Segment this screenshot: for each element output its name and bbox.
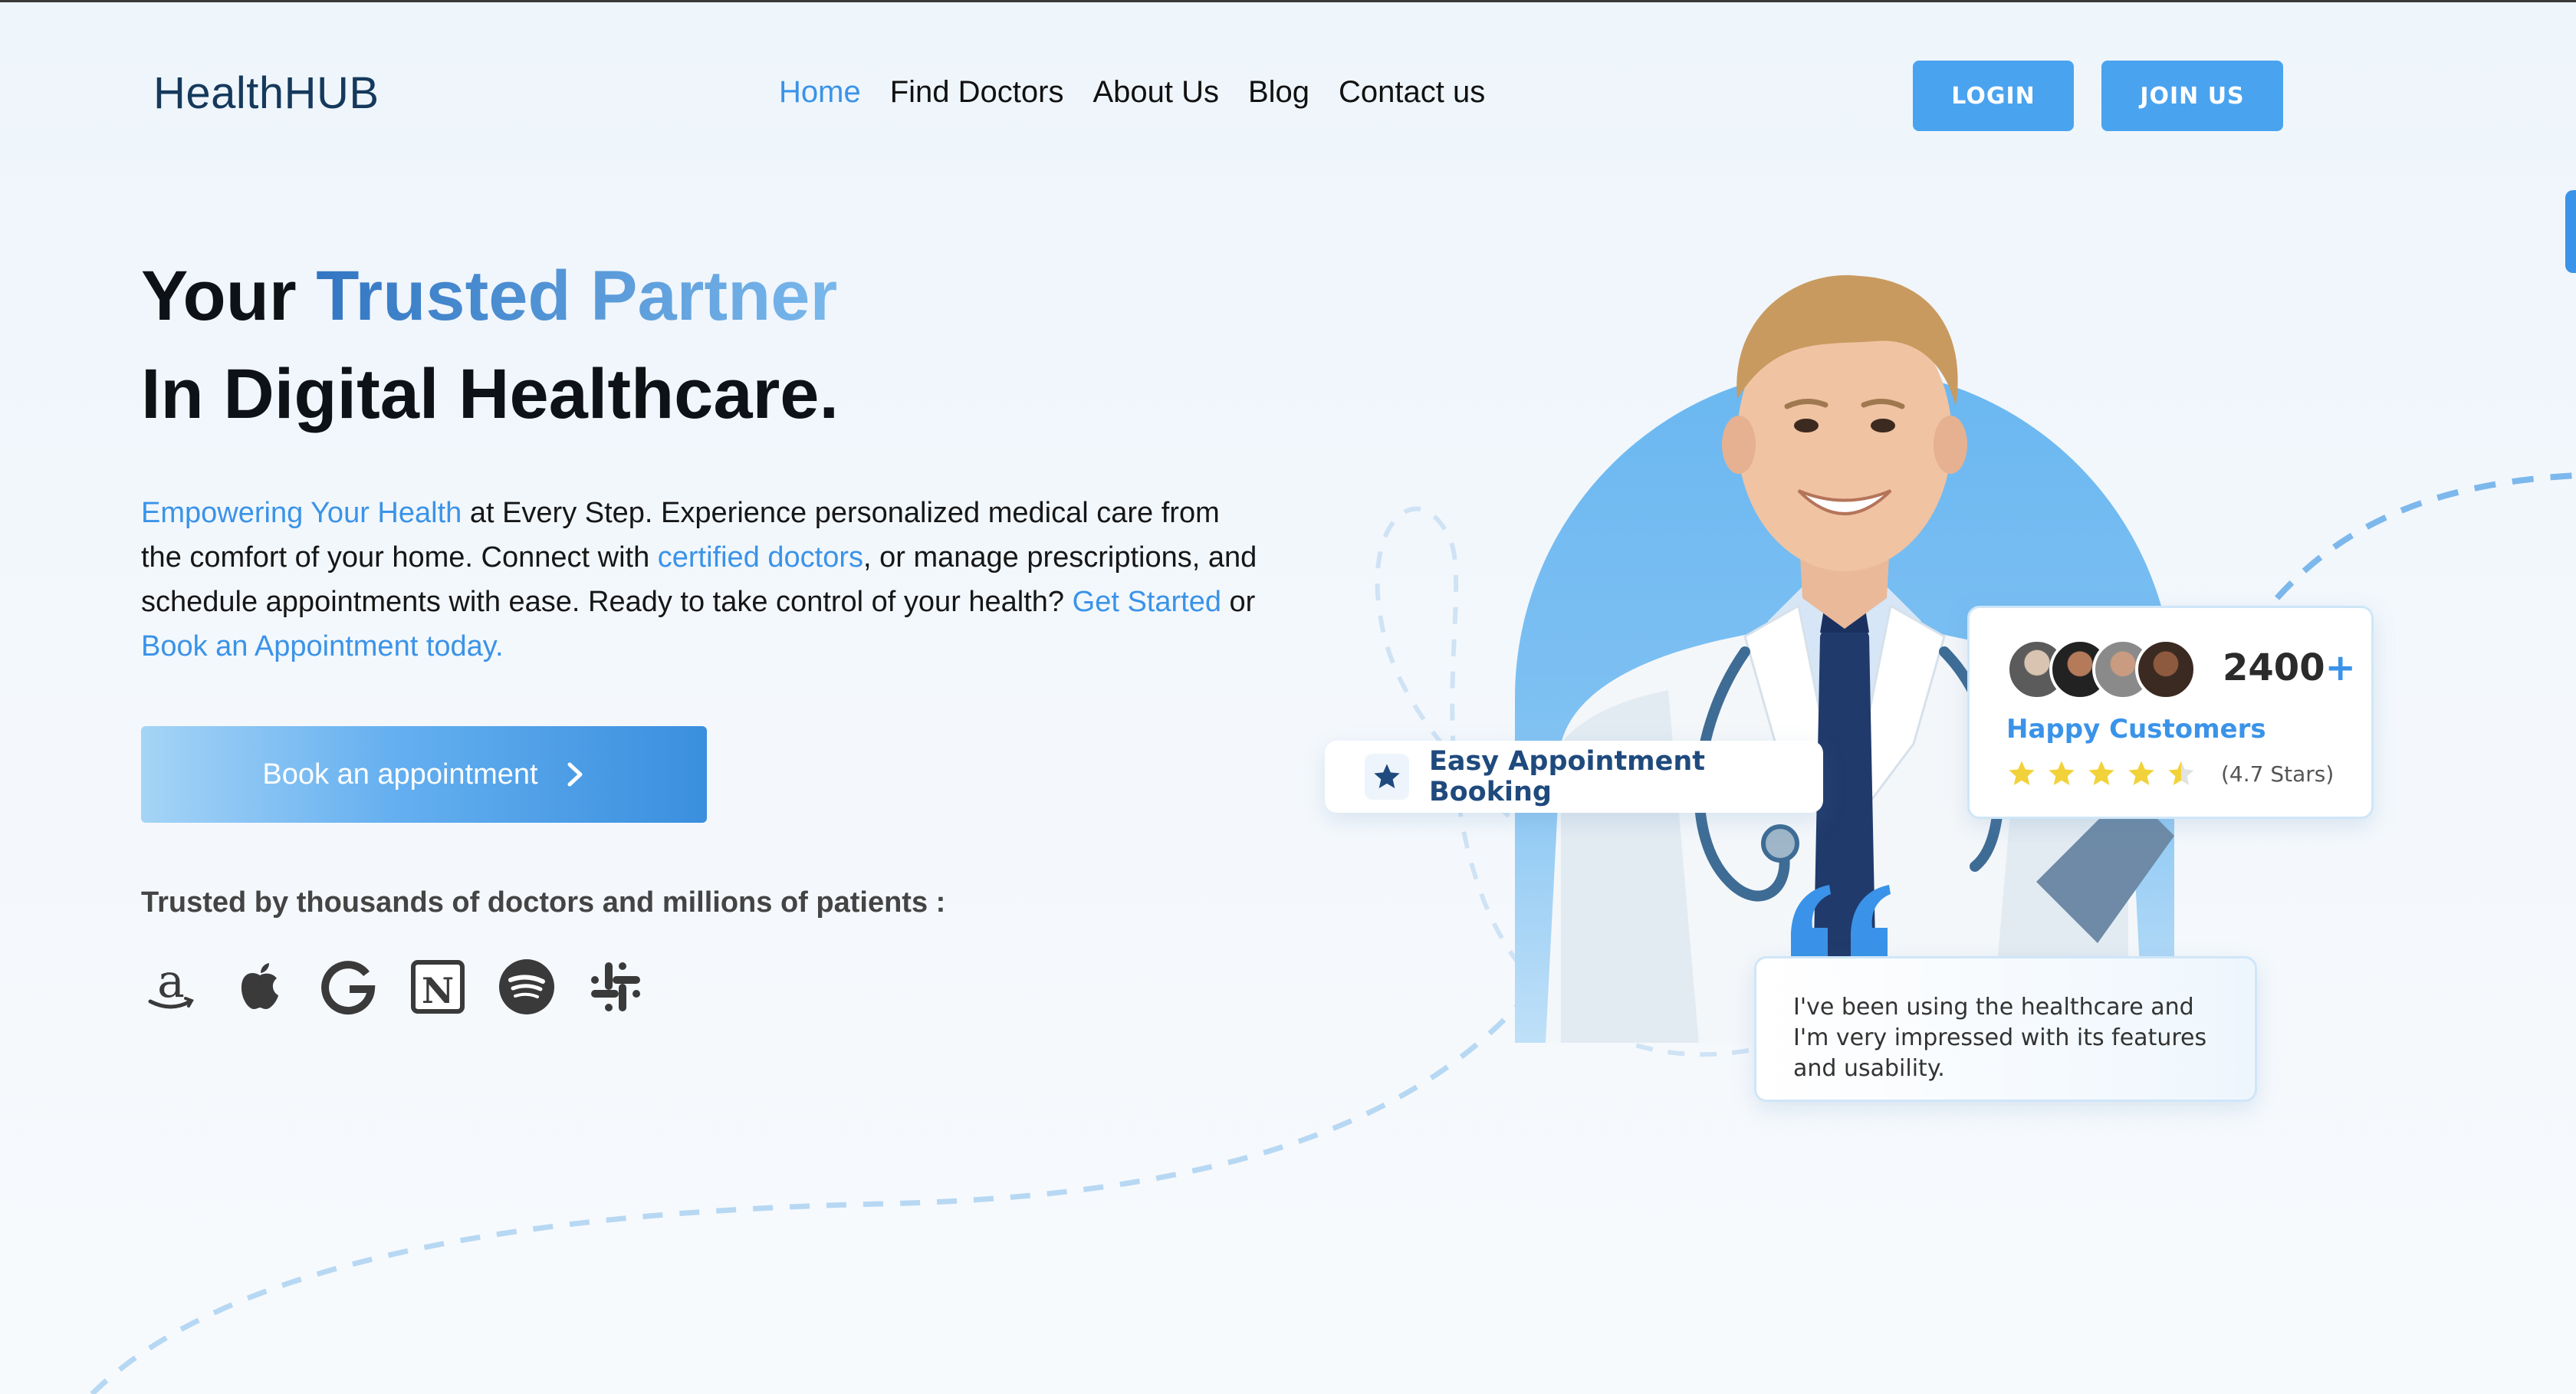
- testimonial-text: I've been using the healthcare and I'm v…: [1793, 994, 2207, 1082]
- hero-description: Empowering Your Health at Every Step. Ex…: [141, 491, 1260, 669]
- rating-text: (4.7 Stars): [2221, 761, 2334, 787]
- star-full-icon: [2009, 761, 2035, 785]
- star-full-icon: [2049, 761, 2075, 785]
- logo[interactable]: HealthHUB: [153, 67, 380, 119]
- star-half-icon: [2168, 761, 2194, 785]
- happy-customers-label: Happy Customers: [2006, 714, 2266, 745]
- customer-count: 2400+: [2223, 646, 2356, 689]
- trusted-by-text: Trusted by thousands of doctors and mill…: [141, 886, 946, 919]
- nav-contact-us[interactable]: Contact us: [1339, 75, 1485, 110]
- chevron-right-icon: [567, 762, 583, 787]
- hero-title-prefix: Your: [141, 257, 317, 335]
- customer-count-value: 2400: [2223, 646, 2325, 689]
- star-full-icon: [2088, 761, 2114, 785]
- brand-logos: a N: [141, 957, 646, 1017]
- apple-icon: [230, 957, 290, 1017]
- star-full-icon: [2128, 761, 2154, 785]
- easy-booking-card: Easy Appointment Booking: [1325, 741, 1823, 813]
- main-nav: Home Find Doctors About Us Blog Contact …: [779, 75, 1485, 110]
- amazon-icon: a: [141, 957, 201, 1017]
- book-appointment-label: Book an appointment: [262, 758, 538, 791]
- desc-text-3: or: [1221, 586, 1256, 618]
- rating-stars: (4.7 Stars): [2006, 758, 2334, 789]
- spotify-icon: [497, 957, 557, 1017]
- desc-highlight-empowering: Empowering Your Health: [141, 497, 462, 529]
- happy-customers-card: 2400+ Happy Customers (4.7 Stars): [1967, 606, 2374, 819]
- login-button[interactable]: LOGIN: [1913, 61, 2074, 131]
- nav-about-us[interactable]: About Us: [1092, 75, 1219, 110]
- nav-home[interactable]: Home: [779, 75, 861, 110]
- nav-blog[interactable]: Blog: [1248, 75, 1309, 110]
- hero-title-accent: Trusted Partner: [316, 257, 838, 335]
- svg-text:a: a: [157, 957, 185, 1008]
- get-started-link[interactable]: Get Started: [1073, 586, 1221, 618]
- svg-text:N: N: [422, 970, 454, 1011]
- avatar-group: [2006, 639, 2196, 700]
- customer-count-plus: +: [2325, 646, 2356, 689]
- hero-title: Your Trusted Partner In Digital Healthca…: [141, 247, 839, 443]
- star-icon: [1365, 754, 1409, 800]
- join-us-button[interactable]: JOIN US: [2101, 61, 2283, 131]
- nav-find-doctors[interactable]: Find Doctors: [890, 75, 1064, 110]
- hero-title-line2: In Digital Healthcare.: [141, 355, 840, 433]
- booking-card-text: Easy Appointment Booking: [1428, 746, 1706, 807]
- google-icon: [319, 957, 379, 1017]
- notion-icon: N: [408, 957, 468, 1017]
- avatar: [2135, 639, 2196, 700]
- book-appointment-button[interactable]: Book an appointment: [141, 726, 707, 823]
- testimonial-card: I've been using the healthcare and I'm v…: [1754, 956, 2257, 1102]
- book-appointment-link[interactable]: Book an Appointment today.: [141, 630, 504, 662]
- certified-doctors-link[interactable]: certified doctors: [658, 541, 863, 574]
- slack-icon: [586, 957, 646, 1017]
- hero-title-line1: Your Trusted Partner: [141, 247, 839, 345]
